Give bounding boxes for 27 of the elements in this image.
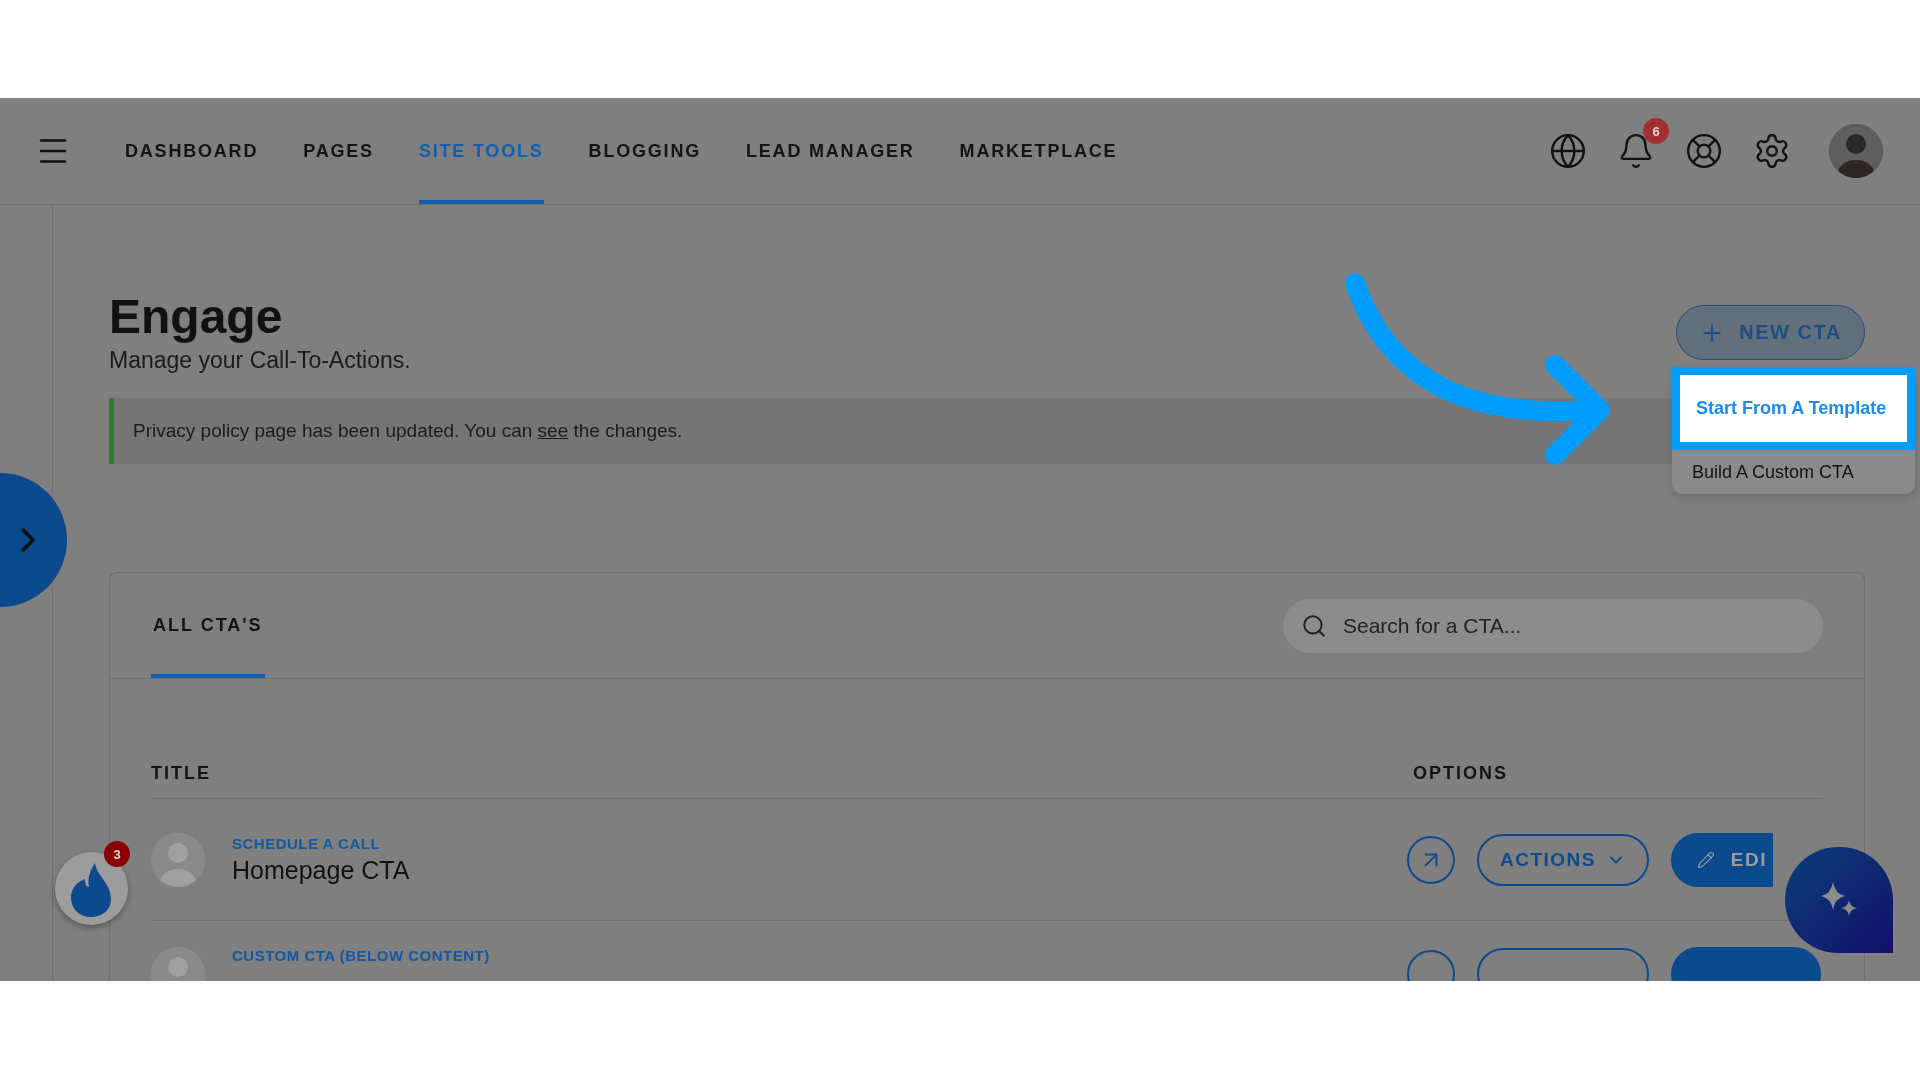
- edit-button[interactable]: EDI: [1671, 832, 1773, 887]
- user-avatar[interactable]: [1829, 124, 1883, 178]
- column-header: TITLE: [151, 763, 211, 784]
- page-subtitle: Manage your Call-To-Actions.: [109, 347, 411, 374]
- page-title: Engage: [109, 289, 284, 345]
- cta-category: SCHEDULE A CALL: [232, 834, 382, 852]
- notification-count: 3: [104, 841, 130, 867]
- cta-title: Homepage CTA: [232, 855, 410, 885]
- alert-text: Privacy policy page has been updated. You can see the changes.: [133, 420, 683, 442]
- nav-tab[interactable]: LEAD MANAGER: [746, 98, 915, 204]
- menu-item[interactable]: Start From A Template: [1672, 367, 1915, 450]
- alert-link[interactable]: see: [537, 420, 569, 441]
- search-icon: [1301, 612, 1327, 639]
- nav-tab[interactable]: DASHBOARD: [125, 98, 259, 204]
- globe-icon[interactable]: [1549, 132, 1587, 170]
- column-header: OPTIONS: [1413, 763, 1509, 784]
- tab[interactable]: ALL CTA'S: [151, 573, 265, 678]
- menu-item[interactable]: Build A Custom CTA: [1672, 450, 1915, 494]
- nav-tab[interactable]: PAGES: [303, 98, 374, 204]
- nav-tab[interactable]: MARKETPLACE: [959, 98, 1118, 204]
- cta-category: CUSTOM CTA (BELOW CONTENT): [232, 947, 490, 964]
- nav-tab[interactable]: BLOGGING: [588, 98, 701, 204]
- flame-widget-button[interactable]: [55, 852, 128, 925]
- search-field[interactable]: Search for a CTA...: [1283, 598, 1823, 653]
- help-icon[interactable]: [1685, 132, 1723, 170]
- notification-count: 6: [1643, 118, 1669, 144]
- open-link-button[interactable]: [1407, 835, 1455, 884]
